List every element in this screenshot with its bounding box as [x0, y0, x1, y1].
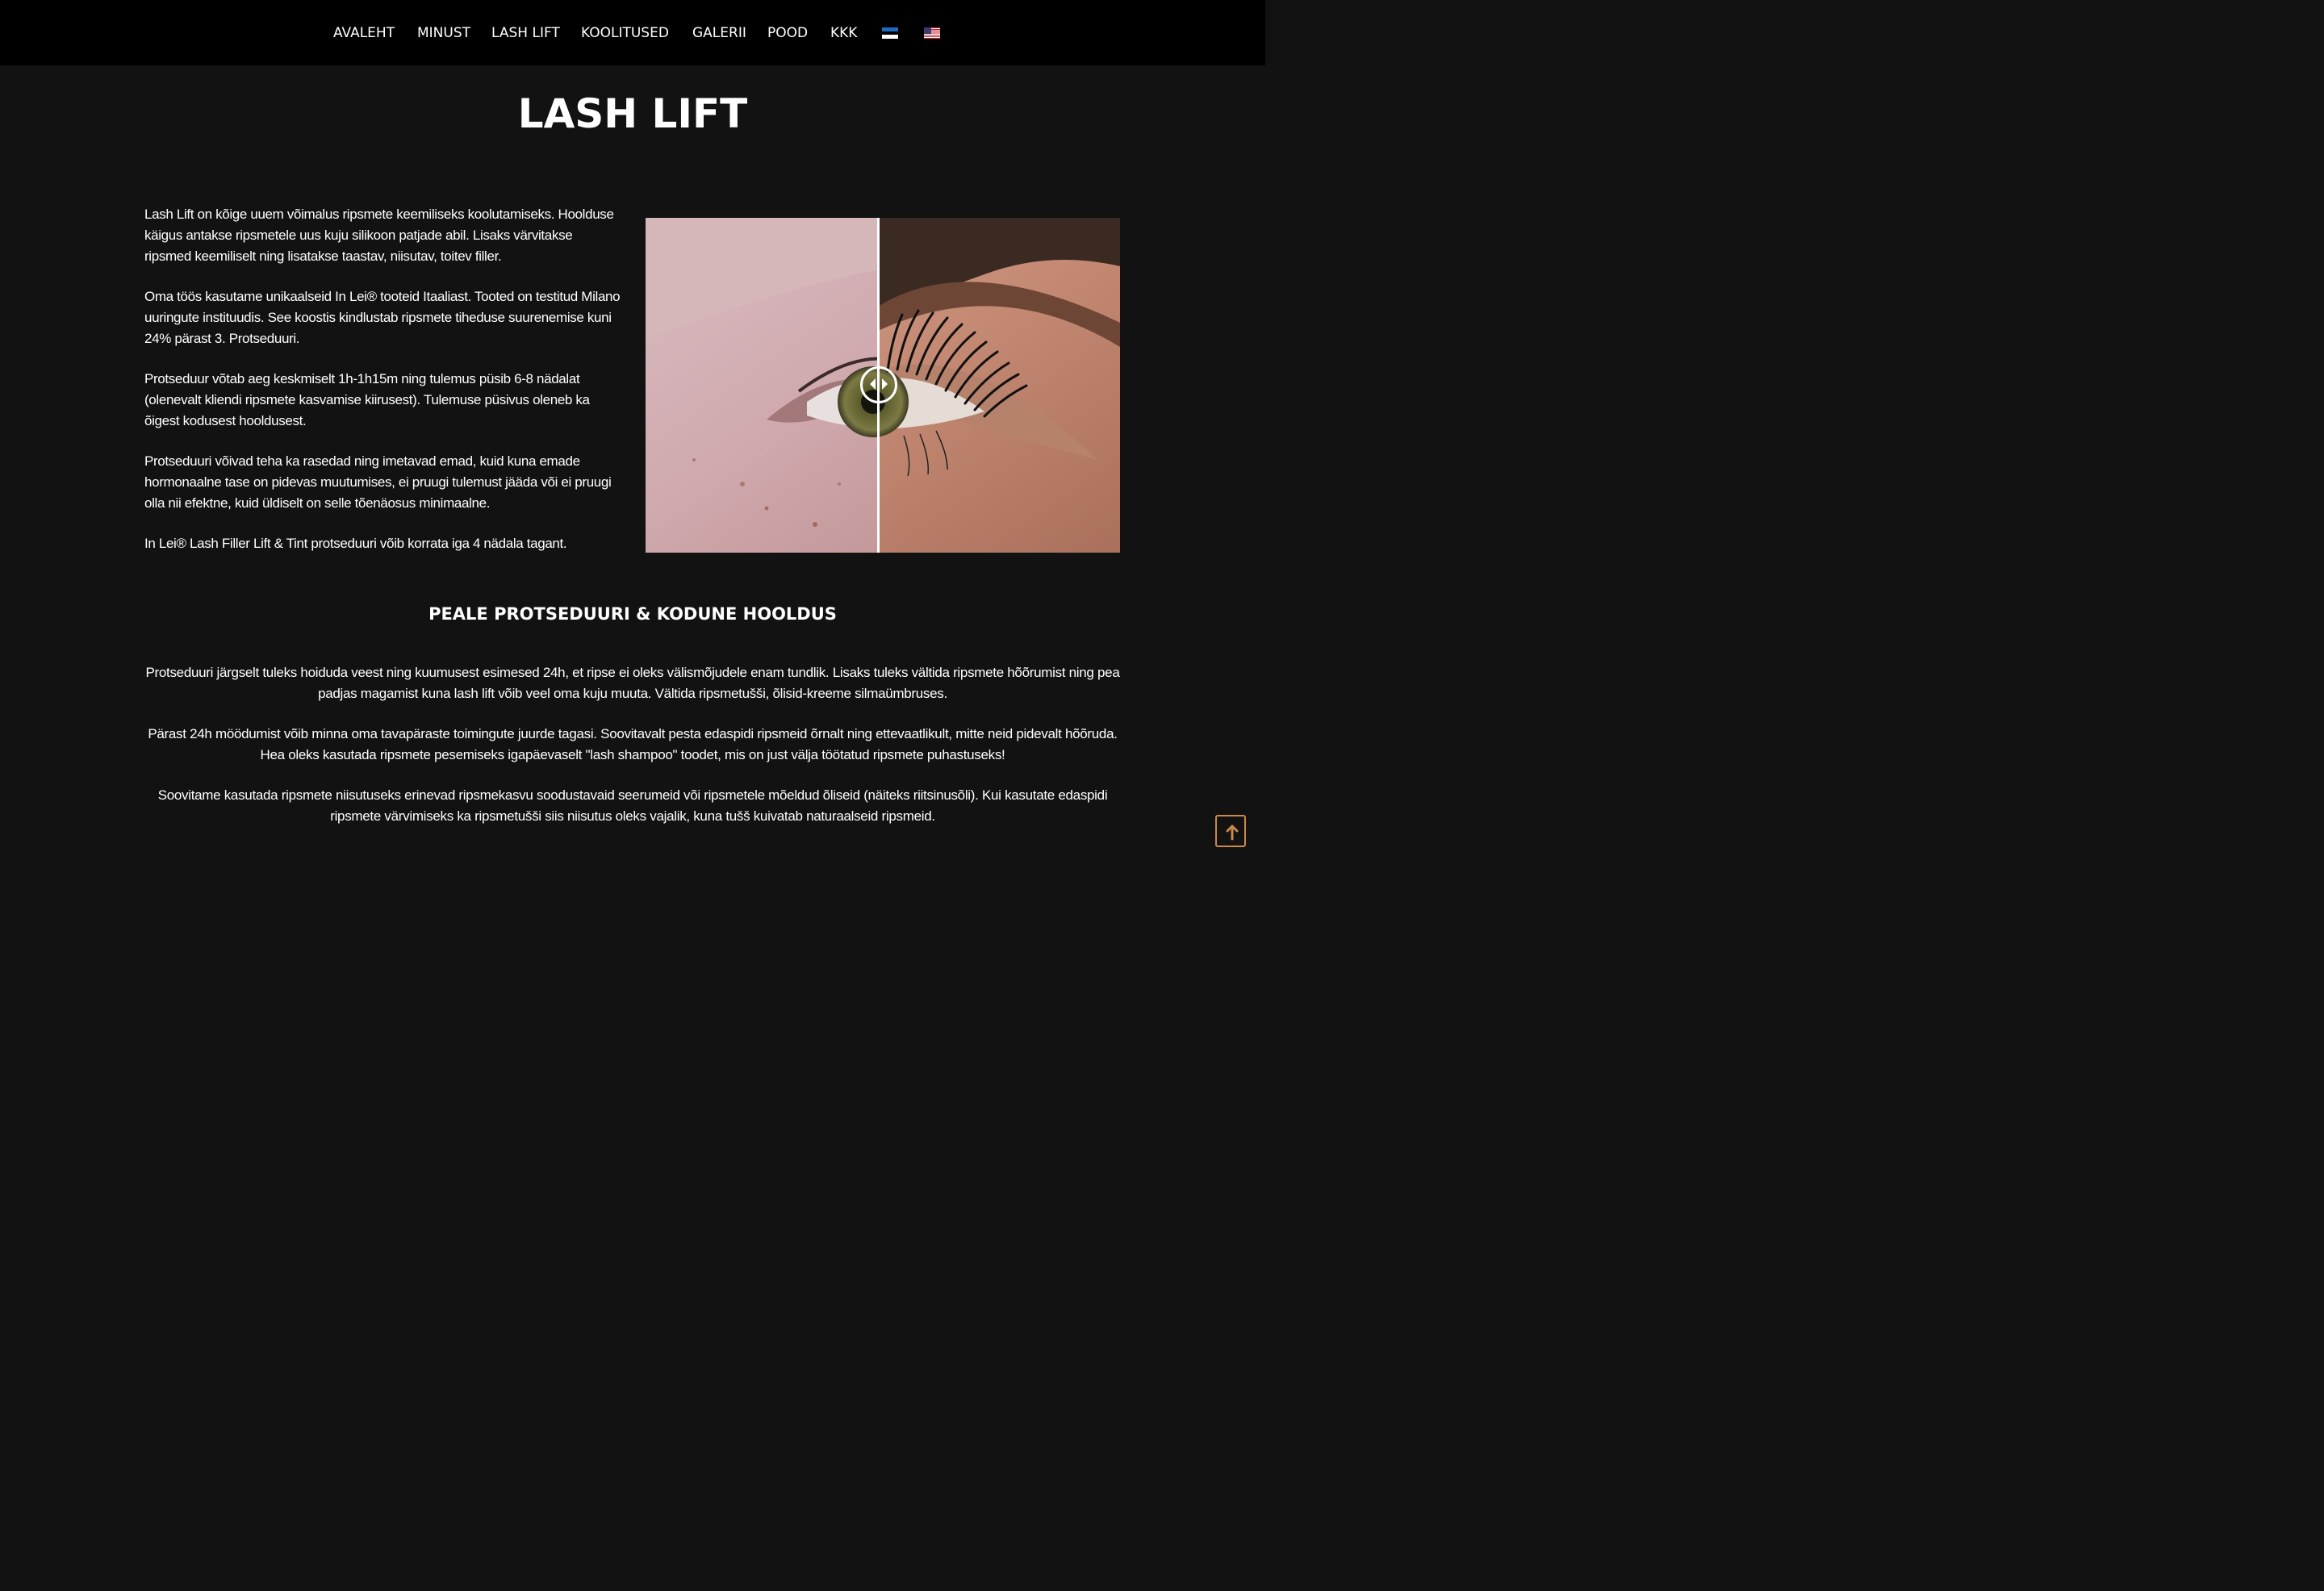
intro-paragraph: Protseduur võtab aeg keskmiselt 1h-1h15m…: [144, 371, 590, 428]
nav-item-avaleht[interactable]: AVALEHT: [333, 23, 395, 43]
intro-paragraph: Lash Lift on kõige uuem võimalus ripsmet…: [144, 207, 614, 264]
top-navigation: AVALEHT MINUST LASH LIFT KOOLITUSED GALE…: [0, 0, 1265, 65]
nav-item-pood[interactable]: POOD: [767, 23, 808, 43]
us-flag-icon[interactable]: [924, 27, 940, 39]
arrow-left-icon: [870, 378, 876, 390]
aftercare-paragraph: Pärast 24h möödumist võib minna oma tava…: [148, 726, 1118, 762]
nav-item-lash-lift[interactable]: LASH LIFT: [491, 23, 560, 43]
aftercare-paragraph: Soovitame kasutada ripsmete niisutuseks …: [157, 787, 1108, 824]
aftercare-paragraph: Protseduuri järgselt tuleks hoiduda vees…: [145, 665, 1120, 701]
intro-section: Lash Lift on kõige uuem võimalus ripsmet…: [144, 204, 621, 574]
nav-item-kkk[interactable]: KKK: [830, 23, 857, 43]
nav-item-koolitused[interactable]: KOOLITUSED: [581, 23, 669, 43]
aftercare-section: Protseduuri järgselt tuleks hoiduda vees…: [145, 662, 1120, 846]
estonian-flag-icon[interactable]: [882, 27, 898, 39]
intro-paragraph: In Lei® Lash Filler Lift & Tint protsedu…: [144, 536, 567, 551]
intro-paragraph: Protseduuri võivad teha ka rasedad ning …: [144, 453, 612, 511]
nav-item-galerii[interactable]: GALERII: [692, 23, 746, 43]
before-after-comparison[interactable]: [646, 218, 1120, 553]
scroll-to-top-button[interactable]: [1215, 815, 1246, 847]
arrow-right-icon: [882, 378, 888, 390]
nav-item-minust[interactable]: MINUST: [417, 23, 470, 43]
aftercare-heading: PEALE PROTSEDUURI & KODUNE HOOLDUS: [428, 604, 837, 624]
intro-paragraph: Oma töös kasutame unikaalseid In Lei® to…: [144, 289, 621, 346]
arrow-up-icon: [1226, 825, 1239, 841]
page-title: LASH LIFT: [517, 90, 748, 137]
comparison-slider-handle[interactable]: [860, 366, 897, 403]
